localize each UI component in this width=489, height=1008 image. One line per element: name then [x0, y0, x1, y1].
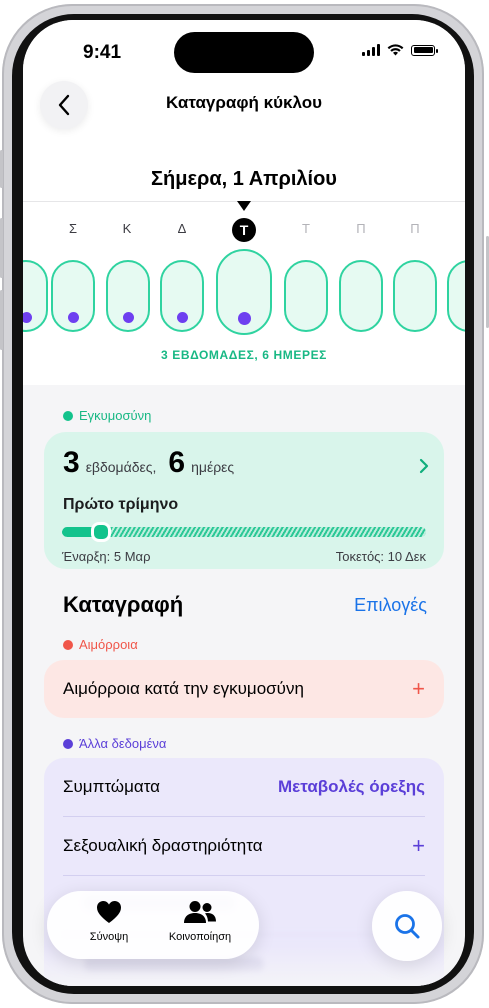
weekday-label: Π [410, 221, 420, 236]
row-divider [63, 875, 425, 876]
side-button [0, 290, 3, 350]
weekday-label: Τ [302, 221, 310, 236]
bleeding-section-label: Αιμόρροια [63, 637, 138, 652]
days-number: 6 [168, 446, 186, 479]
tab-summary-label: Σύνοψη [89, 931, 129, 943]
side-button [0, 218, 3, 278]
other-data-section-label: Άλλα δεδομένα [63, 736, 166, 751]
logged-dot [23, 312, 32, 323]
today-pointer-icon [237, 201, 251, 211]
plus-icon[interactable]: + [412, 835, 425, 857]
day-cell-today[interactable] [216, 249, 272, 335]
tab-sharing[interactable]: Κοινοποίηση [152, 900, 248, 943]
logged-dot [122, 312, 134, 323]
day-cell[interactable] [23, 260, 48, 332]
weekday-label: Π [356, 221, 366, 236]
search-icon [395, 914, 420, 939]
weekday-label: Σ [457, 221, 466, 236]
pregnancy-card[interactable]: 3 εβδομάδες, 6 ημέρες Πρώτο τρίμηνο Έναρ… [44, 432, 444, 569]
pregnancy-length-label: 3 ΕΒΔΟΜΑΔΕΣ, 6 ΗΜΕΡΕΣ [161, 348, 327, 362]
wifi-icon [387, 44, 404, 56]
pregnancy-section-label: Εγκυμοσύνη [63, 408, 151, 423]
weekday-label: Κ [122, 221, 132, 236]
purple-dot-icon [63, 738, 73, 749]
pregnancy-section-text: Εγκυμοσύνη [79, 408, 152, 423]
page-title: Καταγραφή κύκλου [166, 93, 322, 112]
other-data-section-text: Άλλα δεδομένα [79, 736, 167, 751]
battery-icon [411, 44, 438, 56]
search-button[interactable] [372, 891, 442, 961]
pregnancy-duration: 3 εβδομάδες, 6 ημέρες [63, 446, 240, 480]
screen: 9:41 Καταγραφή κύκλου Σήμερα, 1 Απριλίου… [23, 20, 465, 986]
status-time: 9:41 [83, 42, 122, 63]
heart-icon [97, 901, 121, 923]
dynamic-island [174, 32, 314, 73]
people-icon [184, 901, 216, 923]
status-icons [362, 44, 438, 56]
start-date: Έναρξη: 5 Μαρ [62, 549, 151, 564]
weekday-label: Σ [68, 221, 78, 236]
due-date: Τοκετός: 10 Δεκ [335, 549, 426, 564]
symptoms-value: Μεταβολές όρεξης [277, 777, 425, 796]
cellular-signal-icon [362, 44, 380, 56]
tab-bar: Σύνοψη Κοινοποίηση [47, 891, 259, 959]
options-button[interactable]: Επιλογές [354, 595, 427, 616]
pregnancy-progress-bar [62, 527, 426, 537]
sexual-activity-label: Σεξουαλική δραστηριότητα [63, 836, 263, 855]
weekday-label-today[interactable]: Τ [232, 218, 256, 242]
bleeding-row-label: Αιμόρροια κατά την εγκυμοσύνη [63, 679, 304, 698]
status-bar: 9:41 [23, 20, 465, 80]
day-cell[interactable] [339, 260, 383, 332]
day-cell[interactable] [160, 260, 204, 332]
day-cell[interactable] [393, 260, 437, 332]
weeks-unit: εβδομάδες, [85, 459, 157, 475]
tab-summary[interactable]: Σύνοψη [61, 900, 157, 943]
logged-dot [176, 312, 188, 323]
weeks-number: 3 [63, 446, 80, 479]
day-cell[interactable] [51, 260, 95, 332]
side-button [0, 150, 3, 188]
logged-dot [237, 312, 251, 325]
chevron-right-icon [419, 458, 429, 474]
progress-marker [91, 522, 112, 542]
date-title: Σήμερα, 1 Απριλίου [151, 168, 337, 190]
plus-icon[interactable]: + [412, 678, 425, 700]
symptoms-label: Συμπτώματα [63, 777, 161, 796]
log-title: Καταγραφή [63, 592, 184, 617]
logged-dot [67, 312, 79, 323]
red-dot-icon [63, 639, 73, 650]
sexual-activity-row[interactable]: Σεξουαλική δραστηριότητα + [63, 817, 425, 875]
weekday-label: Δ [177, 221, 187, 236]
trimester-label: Πρώτο τρίμηνο [63, 496, 179, 513]
day-cell[interactable] [106, 260, 150, 332]
weekday-label: Π [23, 221, 29, 236]
day-cell[interactable] [284, 260, 328, 332]
green-dot-icon [63, 410, 73, 421]
symptoms-row[interactable]: Συμπτώματα Μεταβολές όρεξης [63, 758, 425, 816]
day-cell[interactable] [447, 260, 465, 332]
days-unit: ημέρες [191, 459, 235, 475]
tab-sharing-label: Κοινοποίηση [168, 931, 232, 943]
bleeding-section-text: Αιμόρροια [79, 637, 138, 652]
bleeding-row[interactable]: Αιμόρροια κατά την εγκυμοσύνη + [44, 660, 444, 718]
